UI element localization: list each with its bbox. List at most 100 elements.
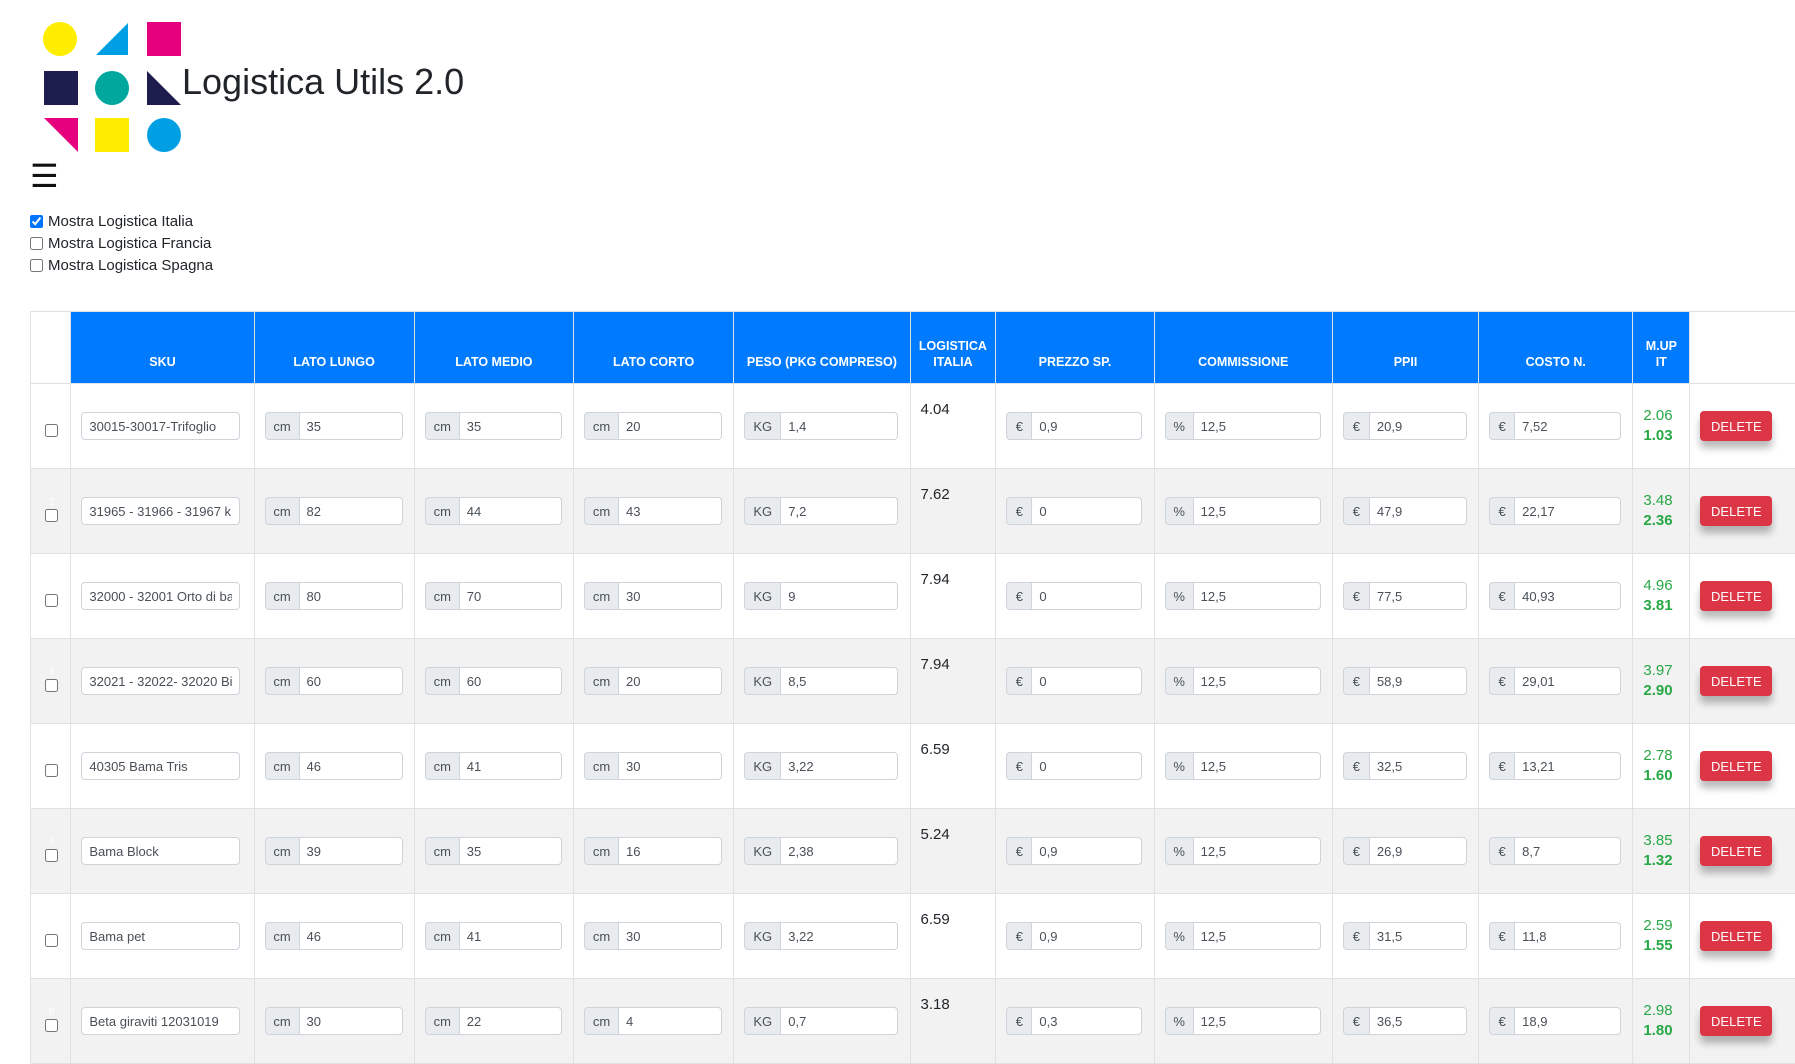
row-select-checkbox[interactable] xyxy=(45,509,58,522)
commissione-input[interactable] xyxy=(1193,837,1321,865)
lato-lungo-input[interactable] xyxy=(299,752,403,780)
lato-medio-input[interactable] xyxy=(459,582,562,610)
delete-button[interactable]: DELETE xyxy=(1700,921,1772,951)
ppii-input[interactable] xyxy=(1369,497,1467,525)
lato-corto-input[interactable] xyxy=(618,837,722,865)
prezzo-sp-input[interactable] xyxy=(1031,752,1142,780)
costo-n-input[interactable] xyxy=(1514,752,1621,780)
peso-input[interactable] xyxy=(780,1007,898,1035)
commissione-input[interactable] xyxy=(1193,752,1321,780)
lato-medio-input[interactable] xyxy=(459,412,562,440)
delete-button[interactable]: DELETE xyxy=(1700,411,1772,441)
peso-input[interactable] xyxy=(780,752,898,780)
commissione-input[interactable] xyxy=(1193,922,1321,950)
lato-medio-input[interactable] xyxy=(459,497,562,525)
lato-lungo-input[interactable] xyxy=(299,497,403,525)
lato-medio-group: cm xyxy=(425,837,563,865)
lato-corto-input[interactable] xyxy=(618,1007,722,1035)
ppii-input[interactable] xyxy=(1369,412,1467,440)
lato-corto-input[interactable] xyxy=(618,412,722,440)
delete-button[interactable]: DELETE xyxy=(1700,581,1772,611)
sku-input[interactable] xyxy=(81,1007,240,1035)
peso-input[interactable] xyxy=(780,922,898,950)
toggle-logistica-spagna[interactable]: Mostra Logistica Spagna xyxy=(30,254,213,276)
sku-input[interactable] xyxy=(81,412,240,440)
delete-button[interactable]: DELETE xyxy=(1700,751,1772,781)
delete-button[interactable]: DELETE xyxy=(1700,666,1772,696)
lato-medio-input[interactable] xyxy=(459,837,562,865)
toggle-logistica-francia[interactable]: Mostra Logistica Francia xyxy=(30,232,213,254)
commissione-input[interactable] xyxy=(1193,1007,1321,1035)
peso-input[interactable] xyxy=(780,837,898,865)
lato-corto-input[interactable] xyxy=(618,497,722,525)
prezzo-sp-input[interactable] xyxy=(1031,667,1142,695)
lato-medio-input[interactable] xyxy=(459,667,562,695)
lato-lungo-input[interactable] xyxy=(299,667,403,695)
costo-n-input[interactable] xyxy=(1514,497,1621,525)
prezzo-sp-input[interactable] xyxy=(1031,837,1142,865)
costo-n-input[interactable] xyxy=(1514,582,1621,610)
peso-input[interactable] xyxy=(780,497,898,525)
prezzo-sp-input[interactable] xyxy=(1031,497,1142,525)
commissione-input[interactable] xyxy=(1193,497,1321,525)
costo-n-input[interactable] xyxy=(1514,837,1621,865)
lato-lungo-input[interactable] xyxy=(299,1007,403,1035)
lato-medio-input[interactable] xyxy=(459,922,562,950)
commissione-input[interactable] xyxy=(1193,412,1321,440)
lato-lungo-input[interactable] xyxy=(299,582,403,610)
peso-input[interactable] xyxy=(780,412,898,440)
ppii-input[interactable] xyxy=(1369,667,1467,695)
lato-medio-input[interactable] xyxy=(459,1007,562,1035)
row-select-checkbox[interactable] xyxy=(45,594,58,607)
sku-input[interactable] xyxy=(81,752,240,780)
sku-input[interactable] xyxy=(81,922,240,950)
sku-input[interactable] xyxy=(81,667,240,695)
lato-corto-group: cm xyxy=(584,922,723,950)
hamburger-menu-icon[interactable]: ☰ xyxy=(30,160,59,192)
prezzo-sp-input[interactable] xyxy=(1031,922,1142,950)
toggle-francia-checkbox[interactable] xyxy=(30,237,43,250)
lato-corto-input[interactable] xyxy=(618,667,722,695)
cm-prefix: cm xyxy=(584,497,618,525)
sku-input[interactable] xyxy=(81,837,240,865)
costo-n-input[interactable] xyxy=(1514,667,1621,695)
costo-n-input[interactable] xyxy=(1514,922,1621,950)
row-select-checkbox[interactable] xyxy=(45,679,58,692)
commissione-input[interactable] xyxy=(1193,582,1321,610)
row-select-checkbox[interactable] xyxy=(45,424,58,437)
lato-corto-input[interactable] xyxy=(618,922,722,950)
ppii-input[interactable] xyxy=(1369,922,1467,950)
delete-button[interactable]: DELETE xyxy=(1700,836,1772,866)
lato-lungo-input[interactable] xyxy=(299,837,403,865)
sku-input[interactable] xyxy=(81,497,240,525)
lato-lungo-input[interactable] xyxy=(299,412,403,440)
toggle-italia-checkbox[interactable] xyxy=(30,215,43,228)
row-select-checkbox[interactable] xyxy=(45,934,58,947)
lato-medio-input[interactable] xyxy=(459,752,562,780)
costo-n-input[interactable] xyxy=(1514,412,1621,440)
costo-n-input[interactable] xyxy=(1514,1007,1621,1035)
toggle-logistica-italia[interactable]: Mostra Logistica Italia xyxy=(30,210,213,232)
prezzo-sp-group: € xyxy=(1006,752,1143,780)
prezzo-sp-input[interactable] xyxy=(1031,582,1142,610)
lato-corto-input[interactable] xyxy=(618,582,722,610)
euro-prefix: € xyxy=(1489,412,1514,440)
delete-button[interactable]: DELETE xyxy=(1700,1006,1772,1036)
ppii-input[interactable] xyxy=(1369,752,1467,780)
lato-corto-input[interactable] xyxy=(618,752,722,780)
lato-lungo-input[interactable] xyxy=(299,922,403,950)
ppii-input[interactable] xyxy=(1369,582,1467,610)
toggle-spagna-checkbox[interactable] xyxy=(30,259,43,272)
row-select-checkbox[interactable] xyxy=(45,764,58,777)
peso-input[interactable] xyxy=(780,667,898,695)
sku-input[interactable] xyxy=(81,582,240,610)
ppii-input[interactable] xyxy=(1369,1007,1467,1035)
row-select-checkbox[interactable] xyxy=(45,1019,58,1032)
prezzo-sp-input[interactable] xyxy=(1031,412,1142,440)
prezzo-sp-input[interactable] xyxy=(1031,1007,1142,1035)
row-select-checkbox[interactable] xyxy=(45,849,58,862)
ppii-input[interactable] xyxy=(1369,837,1467,865)
delete-button[interactable]: DELETE xyxy=(1700,496,1772,526)
peso-input[interactable] xyxy=(780,582,898,610)
commissione-input[interactable] xyxy=(1193,667,1321,695)
